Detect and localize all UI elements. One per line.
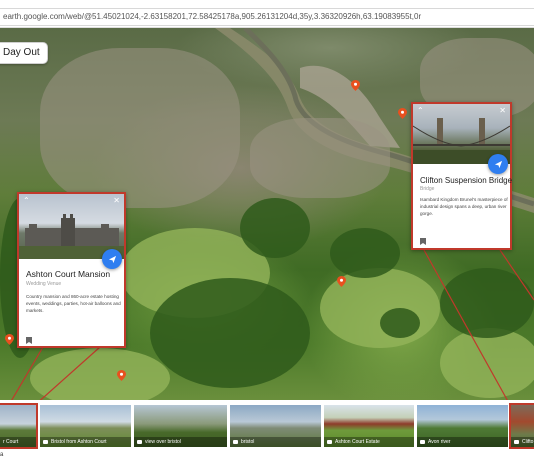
place-card-ashton-court[interactable]: ⌃ ✕ Ashton Court Mansion Wedding Venue C…	[17, 192, 126, 348]
chevron-up-icon[interactable]: ⌃	[23, 197, 30, 205]
map-pin-icon[interactable]	[5, 334, 14, 345]
woodland	[330, 228, 400, 278]
card-description: Country mansion and 860-acre estate host…	[26, 294, 121, 314]
map-pin-icon[interactable]	[117, 370, 126, 381]
camera-icon	[233, 439, 238, 444]
photo-thumbnail[interactable]: Bristol from Ashton Court	[40, 405, 131, 447]
paper-plane-icon[interactable]	[102, 249, 122, 269]
camera-icon	[327, 439, 332, 444]
thumbnail-caption: Avon river	[417, 437, 508, 447]
tour-title[interactable]: Day Out	[0, 42, 48, 64]
thumbnail-caption: r Court	[0, 437, 36, 447]
google-earth-page: earth.google.com/web/@51.45021024,-2.631…	[0, 0, 534, 462]
card-category: Wedding Venue	[26, 281, 62, 287]
woodland	[150, 278, 310, 388]
paper-plane-icon[interactable]	[488, 154, 508, 174]
photo-thumbnail[interactable]: view over bristol	[134, 405, 227, 447]
camera-icon	[420, 439, 425, 444]
close-icon[interactable]: ✕	[113, 197, 120, 205]
photo-thumbnail[interactable]: Avon river	[417, 405, 508, 447]
card-title: Ashton Court Mansion	[26, 269, 111, 279]
place-card-clifton-bridge[interactable]: ⌃ ✕ Clifton Suspension Bridge Bridge Isa…	[411, 102, 512, 250]
card-category: Bridge	[420, 186, 435, 192]
photo-thumbnail[interactable]: Ashton Court Estate	[324, 405, 414, 447]
bookmark-icon[interactable]	[420, 238, 426, 245]
parkland	[440, 328, 534, 398]
thumbnail-caption: Ashton Court Estate	[324, 437, 414, 447]
strip-footer-text: a	[0, 452, 4, 458]
town-area	[250, 118, 390, 198]
woodland	[440, 268, 534, 338]
woodland	[380, 308, 420, 338]
bookmark-icon[interactable]	[26, 337, 32, 344]
photo-thumbnail[interactable]: r Court	[0, 403, 38, 449]
card-title: Clifton Suspension Bridge	[420, 176, 513, 185]
thumbnail-caption: Clifto	[511, 437, 534, 447]
photo-thumbnail[interactable]: Clifto	[509, 403, 534, 449]
parkland	[30, 348, 170, 400]
thumbnail-caption: bristol	[230, 437, 321, 447]
camera-icon	[514, 439, 519, 444]
camera-icon	[43, 439, 48, 444]
thumbnail-caption: Bristol from Ashton Court	[40, 437, 131, 447]
thumbnail-caption: view over bristol	[134, 437, 227, 447]
woodland	[240, 198, 310, 258]
map-pin-icon[interactable]	[337, 276, 346, 287]
town-area	[40, 48, 240, 208]
photo-strip: r Court Bristol from Ashton Court view o…	[0, 400, 534, 462]
url-field[interactable]: earth.google.com/web/@51.45021024,-2.631…	[0, 8, 534, 26]
photo-thumbnail[interactable]: bristol	[230, 405, 321, 447]
map-pin-icon[interactable]	[351, 80, 360, 91]
card-description: Isambard Kingdom Brunel's masterpiece of…	[420, 197, 508, 217]
map-pin-icon[interactable]	[398, 108, 407, 119]
close-icon[interactable]: ✕	[499, 107, 506, 115]
browser-address-bar: earth.google.com/web/@51.45021024,-2.631…	[0, 0, 534, 28]
camera-icon	[137, 439, 142, 444]
chevron-up-icon[interactable]: ⌃	[417, 107, 424, 115]
